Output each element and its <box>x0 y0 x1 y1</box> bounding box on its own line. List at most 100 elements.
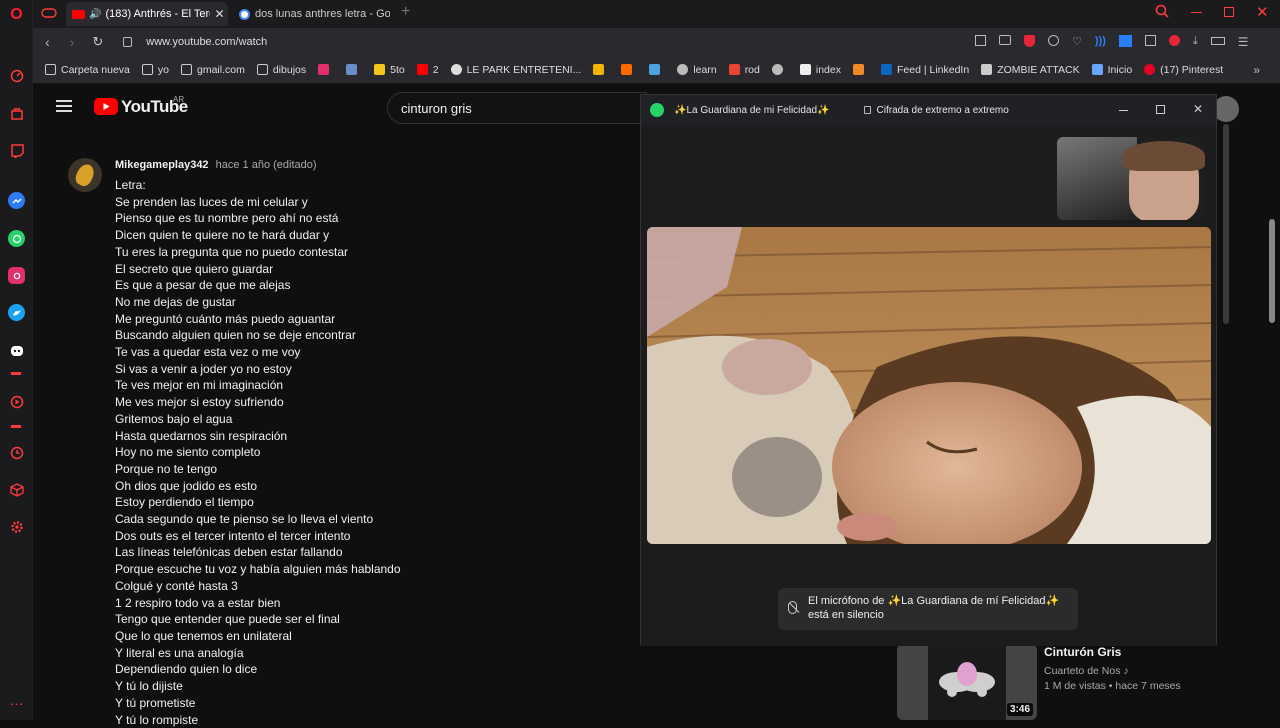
pinterest-icon <box>1144 64 1155 75</box>
bookmarks-bar: Carpeta nueva yo gmail.com dibujos 5to 2… <box>33 56 1280 84</box>
bookmark-item[interactable]: index <box>800 64 841 76</box>
send-icon[interactable] <box>975 35 986 46</box>
bookmark-label: (17) Pinterest <box>1160 64 1223 76</box>
video-thumbnail[interactable]: 3:46 <box>897 644 1037 720</box>
v-icon <box>649 64 660 75</box>
video-title[interactable]: Cinturón Gris <box>1044 645 1121 659</box>
comment-line: Dos outs es el tercer intento el tercer … <box>115 528 401 545</box>
heart-icon[interactable]: ♡ <box>1072 35 1082 49</box>
maximize-icon[interactable] <box>1224 7 1234 17</box>
bookmark-item[interactable]: (17) Pinterest <box>1144 64 1223 76</box>
inicio-icon <box>1092 64 1103 75</box>
menu-icon[interactable]: ☰ <box>1238 35 1249 49</box>
messenger-icon[interactable] <box>8 192 25 209</box>
bookmark-item[interactable]: 5to <box>374 64 405 76</box>
new-tab-icon[interactable]: + <box>401 3 410 21</box>
comment-author[interactable]: Mikegameplay342 <box>115 159 209 171</box>
bookmark-item[interactable] <box>621 64 637 75</box>
profile-icon[interactable] <box>1169 35 1180 46</box>
hamburger-menu-icon[interactable] <box>56 100 72 112</box>
battery-icon[interactable] <box>1211 37 1225 45</box>
comment-line: Si vas a venir a joder yo no estoy <box>115 361 401 378</box>
lock-icon[interactable] <box>123 37 132 47</box>
bookmark-item[interactable] <box>649 64 665 75</box>
url-field[interactable]: www.youtube.com/watch <box>146 36 267 48</box>
close-icon[interactable]: ✕ <box>1193 102 1203 116</box>
more-icon[interactable]: ··· <box>8 694 25 711</box>
scrollbar[interactable] <box>1223 124 1229 324</box>
translate-icon[interactable] <box>1119 35 1132 47</box>
page-scrollbar[interactable] <box>1269 219 1275 323</box>
comment-meta[interactable]: hace 1 año (editado) <box>216 159 317 171</box>
shopping-bag-icon[interactable] <box>8 104 25 121</box>
reload-icon[interactable]: ↻ <box>92 34 103 50</box>
discord-icon[interactable] <box>8 342 25 359</box>
minimize-icon[interactable] <box>1191 12 1202 13</box>
search-input[interactable]: cinturon gris <box>387 92 647 124</box>
wifi-icon[interactable]: ))) <box>1095 35 1106 49</box>
toolbar-icons: ♡ ))) ⤓ ☰ <box>975 35 1249 49</box>
more-bookmarks-icon[interactable]: » <box>1253 63 1260 77</box>
twitch-icon[interactable] <box>8 142 25 159</box>
speaker-icon[interactable]: 🔊 <box>89 9 101 20</box>
bookmark-item[interactable] <box>346 64 362 75</box>
bookmark-item[interactable]: gmail.com <box>181 64 245 76</box>
camera-icon[interactable] <box>999 35 1011 45</box>
player-icon[interactable] <box>8 393 25 410</box>
youtube-logo-icon[interactable] <box>94 98 118 115</box>
comment-line: Te ves mejor en mi imaginación <box>115 377 401 394</box>
download-icon[interactable]: ⤓ <box>1193 35 1198 49</box>
forward-icon[interactable]: › <box>70 34 75 50</box>
bookmark-item[interactable]: Carpeta nueva <box>45 64 130 76</box>
bookmark-item[interactable]: LE PARK ENTRETENI... <box>451 64 582 76</box>
instagram-icon[interactable] <box>8 267 25 284</box>
search-icon[interactable] <box>1155 4 1169 23</box>
close-tab-icon[interactable]: ✕ <box>214 7 224 21</box>
bookmark-item[interactable] <box>318 64 334 75</box>
bookmark-item[interactable]: Feed | LinkedIn <box>881 64 969 76</box>
bookmark-item[interactable]: dibujos <box>257 64 306 76</box>
youtube-icon <box>417 64 428 75</box>
comment-line: Hasta quedarnos sin respiración <box>115 428 401 445</box>
bookmark-item[interactable] <box>772 64 788 75</box>
globe-icon <box>772 64 783 75</box>
avatar[interactable] <box>68 158 102 192</box>
speed-dial-icon[interactable] <box>8 67 25 84</box>
cube-icon[interactable] <box>1145 35 1156 46</box>
twitter-icon[interactable] <box>8 304 25 321</box>
bookmark-item[interactable]: rod <box>729 64 760 76</box>
extensions-cube-icon[interactable] <box>8 481 25 498</box>
minimize-icon[interactable] <box>1119 110 1128 111</box>
bookmark-item[interactable] <box>593 64 609 75</box>
tab-youtube[interactable]: 🔊 (183) Anthrés - El Tercer ✕ <box>66 2 228 26</box>
tab-google[interactable]: dos lunas anthres letra - Go <box>233 2 398 26</box>
tab-label: dos lunas anthres letra - Go <box>255 8 390 20</box>
video-channel[interactable]: Cuarteto de Nos ♪ <box>1044 665 1129 677</box>
bookmark-item[interactable]: learn <box>677 64 716 76</box>
bookmark-label: 5to <box>390 64 405 76</box>
history-icon[interactable] <box>8 444 25 461</box>
bookmark-item[interactable] <box>853 64 869 75</box>
bookmark-label: index <box>816 64 841 76</box>
back-icon[interactable]: ‹ <box>45 34 50 50</box>
gamepad-icon[interactable] <box>41 6 57 25</box>
opera-logo-icon[interactable]: O <box>8 6 25 23</box>
settings-gear-icon[interactable] <box>8 518 25 535</box>
bookmark-label: 2 <box>433 64 439 76</box>
country-code: AR <box>173 95 184 104</box>
bookmark-item[interactable]: 2 <box>417 64 439 76</box>
play-icon[interactable] <box>1048 35 1059 46</box>
comment-line: Porque escuche tu voz y había alguien má… <box>115 561 401 578</box>
channel-name: Cuarteto de Nos <box>1044 665 1120 677</box>
bookmark-item[interactable]: Inicio <box>1092 64 1133 76</box>
comment-line: Y tú prometiste <box>115 695 401 712</box>
shield-icon[interactable] <box>1024 35 1035 47</box>
close-window-icon[interactable]: ✕ <box>1256 3 1269 21</box>
bookmark-item[interactable]: ZOMBIE ATTACK <box>981 64 1079 76</box>
maximize-icon[interactable] <box>1156 105 1165 114</box>
whatsapp-icon[interactable] <box>8 230 25 247</box>
self-video-preview[interactable] <box>1057 137 1205 220</box>
bookmark-item[interactable]: yo <box>142 64 169 76</box>
remote-video[interactable] <box>647 227 1211 544</box>
encryption-label: Cifrada de extremo a extremo <box>877 105 1009 116</box>
